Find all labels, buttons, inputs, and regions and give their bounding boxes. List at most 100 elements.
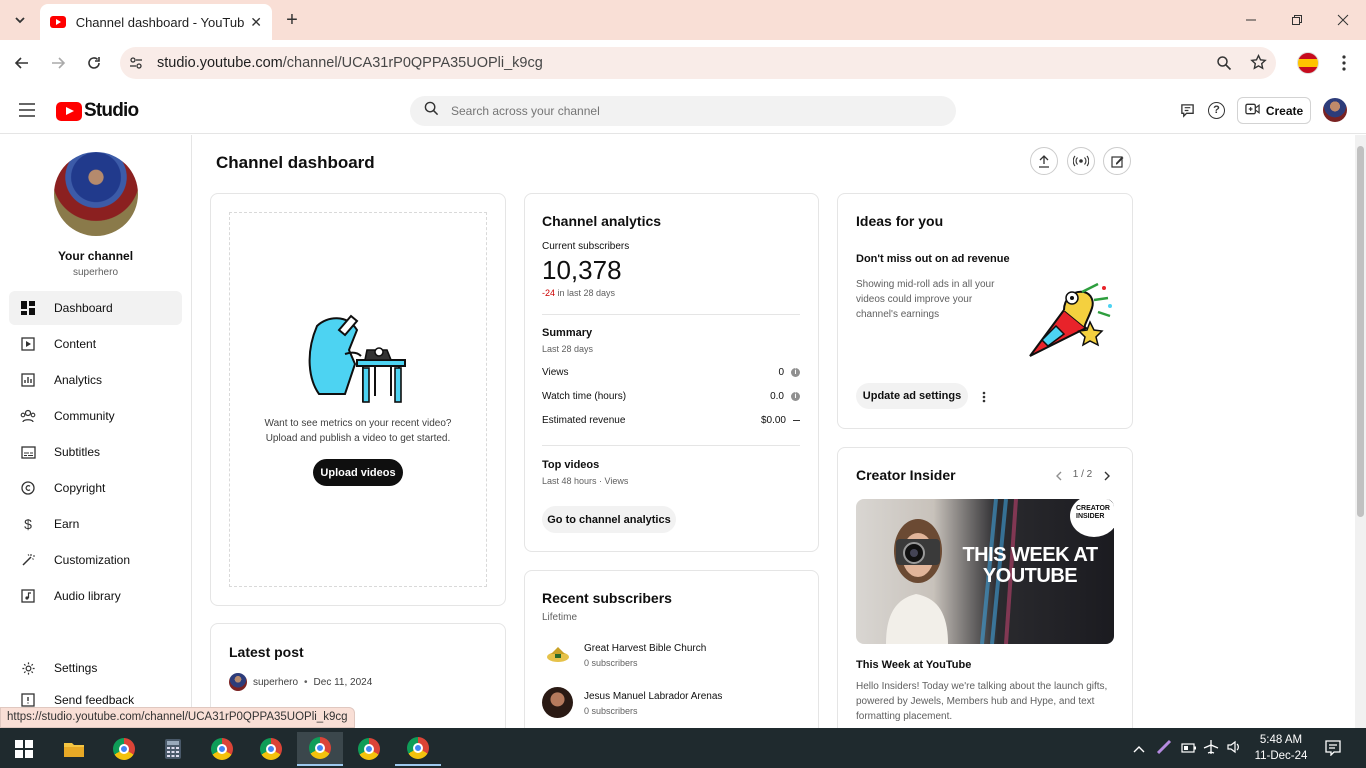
tab-title: Channel dashboard - YouTube Studio [75,14,245,30]
subscriber-avatar[interactable] [542,687,573,718]
show-hidden-icons-icon[interactable] [1133,741,1145,759]
divider [542,314,800,315]
taskbar-clock[interactable]: 5:48 AM 11-Dec-24 [1246,732,1316,764]
page-scrollbar[interactable] [1355,135,1366,728]
chevron-right-icon[interactable] [1102,469,1112,487]
recent-subscribers-title: Recent subscribers [542,590,672,606]
sidebar-item-content[interactable]: Content [9,327,182,361]
sidebar-item-audio-library[interactable]: Audio library [9,579,182,613]
sidebar-item-label: Dashboard [54,301,113,315]
create-post-icon[interactable] [1103,147,1131,175]
search-icon [424,101,439,121]
sidebar-item-analytics[interactable]: Analytics [9,363,182,397]
subscribers-delta-suffix: in last 28 days [555,288,616,298]
studio-logo[interactable]: Studio [56,100,139,122]
notifications-icon[interactable] [1325,740,1341,761]
restore-icon[interactable] [1283,6,1311,34]
upload-icon[interactable] [1030,147,1058,175]
url-host: studio.youtube.com [157,55,283,71]
subscriber-name[interactable]: Jesus Manuel Labrador Arenas [584,691,722,702]
zoom-icon[interactable] [1216,55,1232,76]
sidebar-item-community[interactable]: Community [9,399,182,433]
chrome-menu-icon[interactable] [1330,49,1358,77]
sidebar-item-label: Community [54,409,115,423]
back-icon[interactable] [8,49,36,77]
summary-row-value: 0.0 [770,390,784,402]
bookmark-star-icon[interactable] [1250,53,1267,76]
creator-insider-thumbnail[interactable]: THIS WEEK AT YOUTUBE CREATOR INSIDER [856,499,1114,644]
youtube-logo-icon [56,101,82,121]
subscriber-avatar[interactable] [542,639,573,670]
sidebar-item-label: Audio library [54,589,121,603]
post-author[interactable]: superhero [253,677,298,688]
create-button[interactable]: Create [1237,97,1311,124]
subscriber-name[interactable]: Great Harvest Bible Church [584,643,706,654]
sidebar-item-label: Analytics [54,373,103,387]
chrome-taskbar-icon[interactable] [199,732,245,766]
sidebar-item-label: Settings [54,661,98,675]
tab-search-icon[interactable] [6,6,34,34]
search-input[interactable] [451,104,931,118]
windows-start-icon[interactable] [1,732,47,766]
profile-avatar-icon[interactable] [1297,52,1319,74]
info-icon[interactable]: i [791,367,800,377]
link-status-bubble: https://studio.youtube.com/channel/UCA31… [0,707,355,728]
clock-date: 11-Dec-24 [1254,750,1308,762]
creator-insider-badge: CREATOR INSIDER [1070,499,1114,537]
hamburger-menu-icon[interactable] [18,102,36,123]
settings-gear-icon [18,661,38,676]
new-tab-icon[interactable]: + [278,6,306,34]
sidebar-item-label: Earn [54,517,80,531]
tab-close-icon[interactable]: ✕ [250,14,262,31]
sidebar-item-customization[interactable]: Customization [9,543,182,577]
chrome-taskbar-icon[interactable] [346,732,392,766]
chrome-taskbar-icon[interactable] [395,732,441,766]
search-bar[interactable] [410,96,956,126]
chrome-taskbar-icon-active[interactable] [297,732,343,766]
summary-row-label: Estimated revenue [542,414,626,426]
post-meta: superhero • Dec 11, 2024 [253,677,372,688]
pen-icon[interactable] [1156,739,1172,760]
go-live-icon[interactable] [1067,147,1095,175]
post-meta-separator: • [304,677,308,688]
earn-icon: $ [24,516,32,532]
chrome-taskbar-icon[interactable] [248,732,294,766]
airplane-mode-icon[interactable] [1203,739,1219,760]
chrome-taskbar-icon[interactable] [101,732,147,766]
reload-icon[interactable] [80,49,108,77]
battery-icon[interactable] [1181,741,1197,759]
channel-avatar[interactable] [54,152,138,236]
upload-illustration [305,308,411,411]
help-icon[interactable]: ? [1208,102,1225,119]
video-title[interactable]: This Week at YouTube [856,659,971,671]
upload-prompt-line2: Upload and publish a video to get starte… [265,433,451,444]
messages-icon[interactable] [1180,103,1195,123]
account-avatar[interactable] [1323,98,1347,122]
address-bar[interactable]: studio.youtube.com/channel/UCA31rP0QPPA3… [120,47,1276,79]
chevron-left-icon[interactable] [1054,469,1064,487]
create-video-icon [1245,103,1260,118]
info-icon[interactable]: i [791,391,800,401]
go-to-analytics-button[interactable]: Go to channel analytics [542,506,676,533]
sidebar-item-label: Subtitles [54,445,101,459]
site-info-icon[interactable] [128,55,144,76]
volume-icon[interactable] [1226,740,1242,759]
copyright-icon [18,481,38,495]
upload-videos-button[interactable]: Upload videos [313,459,403,486]
minimize-icon[interactable] [1237,6,1265,34]
close-window-icon[interactable] [1329,6,1357,34]
browser-tab-active[interactable]: Channel dashboard - YouTube Studio ✕ [40,4,272,40]
sidebar-item-dashboard[interactable]: Dashboard [9,291,182,325]
sidebar-item-settings[interactable]: Settings [9,651,182,685]
forward-icon[interactable] [44,49,72,77]
scrollbar-thumb[interactable] [1357,146,1364,517]
sidebar-item-earn[interactable]: $ Earn [9,507,182,541]
subscriber-count: 0 subscribers [584,706,638,716]
more-options-icon[interactable] [982,390,986,408]
subscribers-delta: -24 [542,288,556,298]
sidebar-item-copyright[interactable]: Copyright [9,471,182,505]
sidebar-item-subtitles[interactable]: Subtitles [9,435,182,469]
update-ad-settings-button[interactable]: Update ad settings [856,383,968,409]
file-explorer-icon[interactable] [51,732,97,766]
calculator-icon[interactable] [150,732,196,766]
